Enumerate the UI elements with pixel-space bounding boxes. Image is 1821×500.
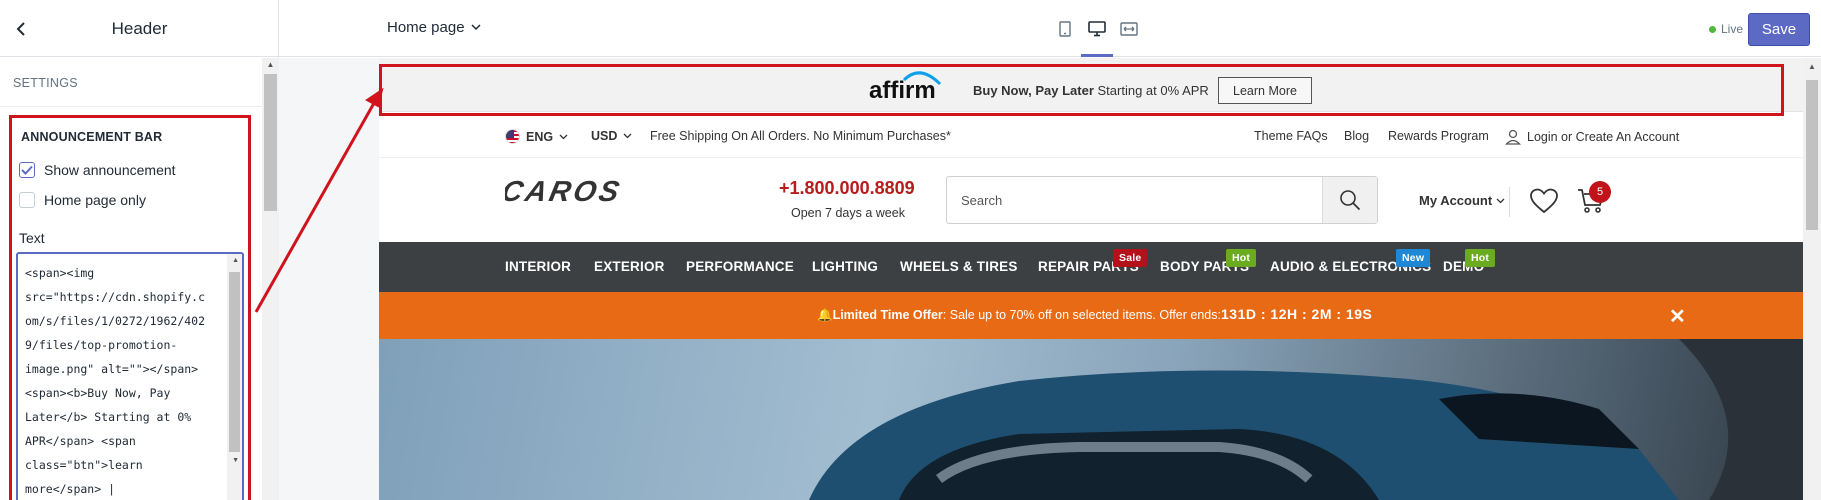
my-account-menu[interactable]: My Account: [1419, 193, 1505, 208]
user-icon: [1505, 129, 1521, 145]
nav-item-interior[interactable]: INTERIOR: [505, 259, 571, 274]
wishlist-button[interactable]: [1529, 187, 1559, 220]
textarea-scroll-thumb[interactable]: [229, 272, 240, 452]
editor-topbar: Home page Live Save: [279, 0, 1821, 57]
announcement-highlight: [379, 64, 1784, 116]
new-badge: New: [1396, 249, 1431, 267]
my-account-label: My Account: [1419, 193, 1493, 208]
theme-faqs-link[interactable]: Theme FAQs: [1254, 129, 1328, 143]
checkbox-checked[interactable]: [19, 162, 35, 178]
chevron-down-icon: [623, 133, 632, 139]
truck-image: [809, 339, 1803, 500]
nav-item-repair-parts[interactable]: REPAIR PARTS Sale: [1038, 249, 1148, 274]
expand-icon: [1120, 22, 1138, 36]
announcement-text-area[interactable]: <span><img src="https://cdn.shopify.c om…: [16, 252, 244, 500]
search-box[interactable]: Search: [946, 176, 1378, 224]
section-title: SETTINGS: [13, 76, 78, 90]
checkbox-unchecked[interactable]: [19, 192, 35, 208]
sidebar-title: Header: [111, 19, 168, 38]
chevron-down-icon: [559, 134, 568, 139]
close-icon[interactable]: ✕: [1669, 304, 1686, 329]
heart-icon: [1530, 188, 1558, 214]
blog-link[interactable]: Blog: [1344, 129, 1369, 143]
preview-scroll-thumb[interactable]: [1806, 80, 1818, 230]
main-navigation: INTERIOR EXTERIOR PERFORMANCE LIGHTING W…: [379, 242, 1803, 292]
nav-item-exterior[interactable]: EXTERIOR: [594, 259, 665, 274]
sale-badge: Sale: [1113, 249, 1148, 267]
checkbox-label: Home page only: [44, 192, 146, 208]
nav-item-demo[interactable]: DEMO Hot: [1443, 249, 1496, 274]
rewards-program-link[interactable]: Rewards Program: [1388, 129, 1489, 143]
opening-hours: Open 7 days a week: [791, 206, 905, 220]
desktop-view-button[interactable]: [1083, 16, 1111, 42]
mobile-icon: [1059, 21, 1071, 37]
search-input[interactable]: Search: [961, 193, 1002, 208]
store-preview: affirm Buy Now, Pay Later Starting at 0%…: [379, 58, 1803, 500]
live-status: Live: [1709, 22, 1743, 36]
scroll-up-icon[interactable]: ▲: [232, 257, 239, 264]
announcement-title: ANNOUNCEMENT BAR: [21, 130, 163, 144]
hot-badge: Hot: [1226, 249, 1257, 267]
checkbox-label: Show announcement: [44, 162, 176, 178]
show-announcement-checkbox[interactable]: Show announcement: [19, 162, 176, 178]
nav-item-body-parts[interactable]: BODY PARTS Hot: [1160, 249, 1257, 274]
search-icon: [1340, 190, 1361, 211]
editor-sidebar: Header SETTINGS ▲ ANNOUNCEMENT BAR Show …: [0, 0, 279, 500]
scroll-up-icon[interactable]: ▲: [1803, 62, 1821, 71]
countdown-timer: 131D : 12H : 2M : 19S: [1221, 306, 1373, 322]
us-flag-icon: [505, 129, 520, 144]
check-icon: [21, 165, 33, 175]
fullwidth-view-button[interactable]: [1115, 16, 1143, 42]
nav-item-audio-electronics[interactable]: AUDIO & ELECTRONICS New: [1270, 249, 1431, 274]
scroll-down-icon[interactable]: ▼: [232, 457, 239, 464]
login-label: Login or Create An Account: [1527, 130, 1680, 144]
save-button[interactable]: Save: [1748, 13, 1810, 46]
language-selector[interactable]: ENG: [505, 129, 568, 144]
live-label: Live: [1721, 22, 1744, 36]
shipping-message: Free Shipping On All Orders. No Minimum …: [650, 129, 951, 143]
phone-number[interactable]: +1.800.000.8809: [779, 178, 915, 199]
scroll-up-icon[interactable]: ▲: [262, 58, 279, 72]
chevron-down-icon: [1496, 198, 1505, 203]
nav-item-wheels-tires[interactable]: WHEELS & TIRES: [900, 259, 1018, 274]
home-page-only-checkbox[interactable]: Home page only: [19, 192, 146, 208]
announcement-settings: ANNOUNCEMENT BAR Show announcement Home …: [9, 115, 251, 500]
status-dot-icon: [1709, 25, 1716, 33]
mobile-view-button[interactable]: [1051, 16, 1079, 42]
page-selector[interactable]: Home page: [387, 19, 481, 36]
language-label: ENG: [526, 129, 554, 144]
login-link[interactable]: Login or Create An Account: [1505, 129, 1679, 145]
divider: [1509, 187, 1510, 217]
promo-bold: Limited Time Offer: [832, 308, 943, 322]
text-field-label: Text: [19, 230, 45, 246]
active-view-indicator: [1081, 54, 1113, 57]
cart-count-badge: 5: [1589, 181, 1611, 203]
promo-text: : Sale up to 70% off on selected items. …: [942, 308, 1221, 322]
logo-text: CAROS: [505, 177, 625, 205]
caros-logo[interactable]: CAROS: [498, 175, 675, 210]
hero-banner[interactable]: [379, 339, 1803, 500]
nav-item-performance[interactable]: PERFORMANCE: [686, 259, 794, 274]
currency-label: USD: [591, 129, 618, 143]
sidebar-header: Header: [0, 0, 279, 57]
store-header: CAROS +1.800.000.8809 Open 7 days a week…: [379, 159, 1803, 241]
chevron-down-icon: [471, 24, 481, 31]
hot-badge: Hot: [1465, 249, 1496, 267]
desktop-icon: [1088, 21, 1106, 37]
promo-message: 🔔Limited Time Offer: Sale up to 70% off …: [817, 308, 1221, 323]
bell-icon: 🔔: [817, 308, 833, 322]
promo-bar: 🔔Limited Time Offer: Sale up to 70% off …: [379, 292, 1803, 339]
textarea-content[interactable]: <span><img src="https://cdn.shopify.c om…: [25, 261, 225, 500]
sidebar-scroll-thumb[interactable]: [264, 74, 277, 211]
divider: [0, 106, 262, 107]
nav-item-lighting[interactable]: LIGHTING: [812, 259, 878, 274]
utility-bar: ENG USD Free Shipping On All Orders. No …: [379, 113, 1803, 158]
search-button[interactable]: [1322, 177, 1377, 223]
currency-selector[interactable]: USD: [591, 129, 632, 143]
page-selector-label: Home page: [387, 19, 465, 36]
